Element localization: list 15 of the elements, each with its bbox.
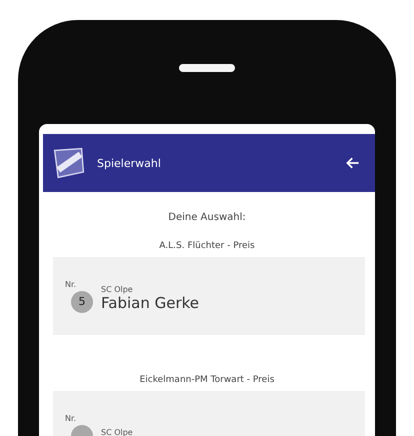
selection-heading: Deine Auswahl:: [168, 212, 246, 223]
screen-title: Spielerwahl: [97, 156, 162, 170]
club-crest-icon: [51, 145, 87, 181]
prize-title: A.L.S. Flüchter - Preis: [159, 241, 255, 251]
back-arrow-icon[interactable]: [345, 155, 361, 171]
jersey-number: 5: [71, 290, 93, 312]
number-label: Nr.: [65, 414, 76, 422]
player-card[interactable]: Nr. SC Olpe: [53, 391, 365, 436]
speaker-slot: [179, 64, 235, 72]
player-name: Fabian Gerke: [101, 294, 199, 312]
club-name: SC Olpe: [101, 284, 134, 294]
number-label: Nr.: [65, 280, 76, 288]
player-card[interactable]: Nr. 5 SC Olpe Fabian Gerke: [53, 257, 365, 335]
club-name: SC Olpe: [101, 428, 133, 436]
prize-title: Eickelmann-PM Torwart - Preis: [140, 375, 274, 385]
